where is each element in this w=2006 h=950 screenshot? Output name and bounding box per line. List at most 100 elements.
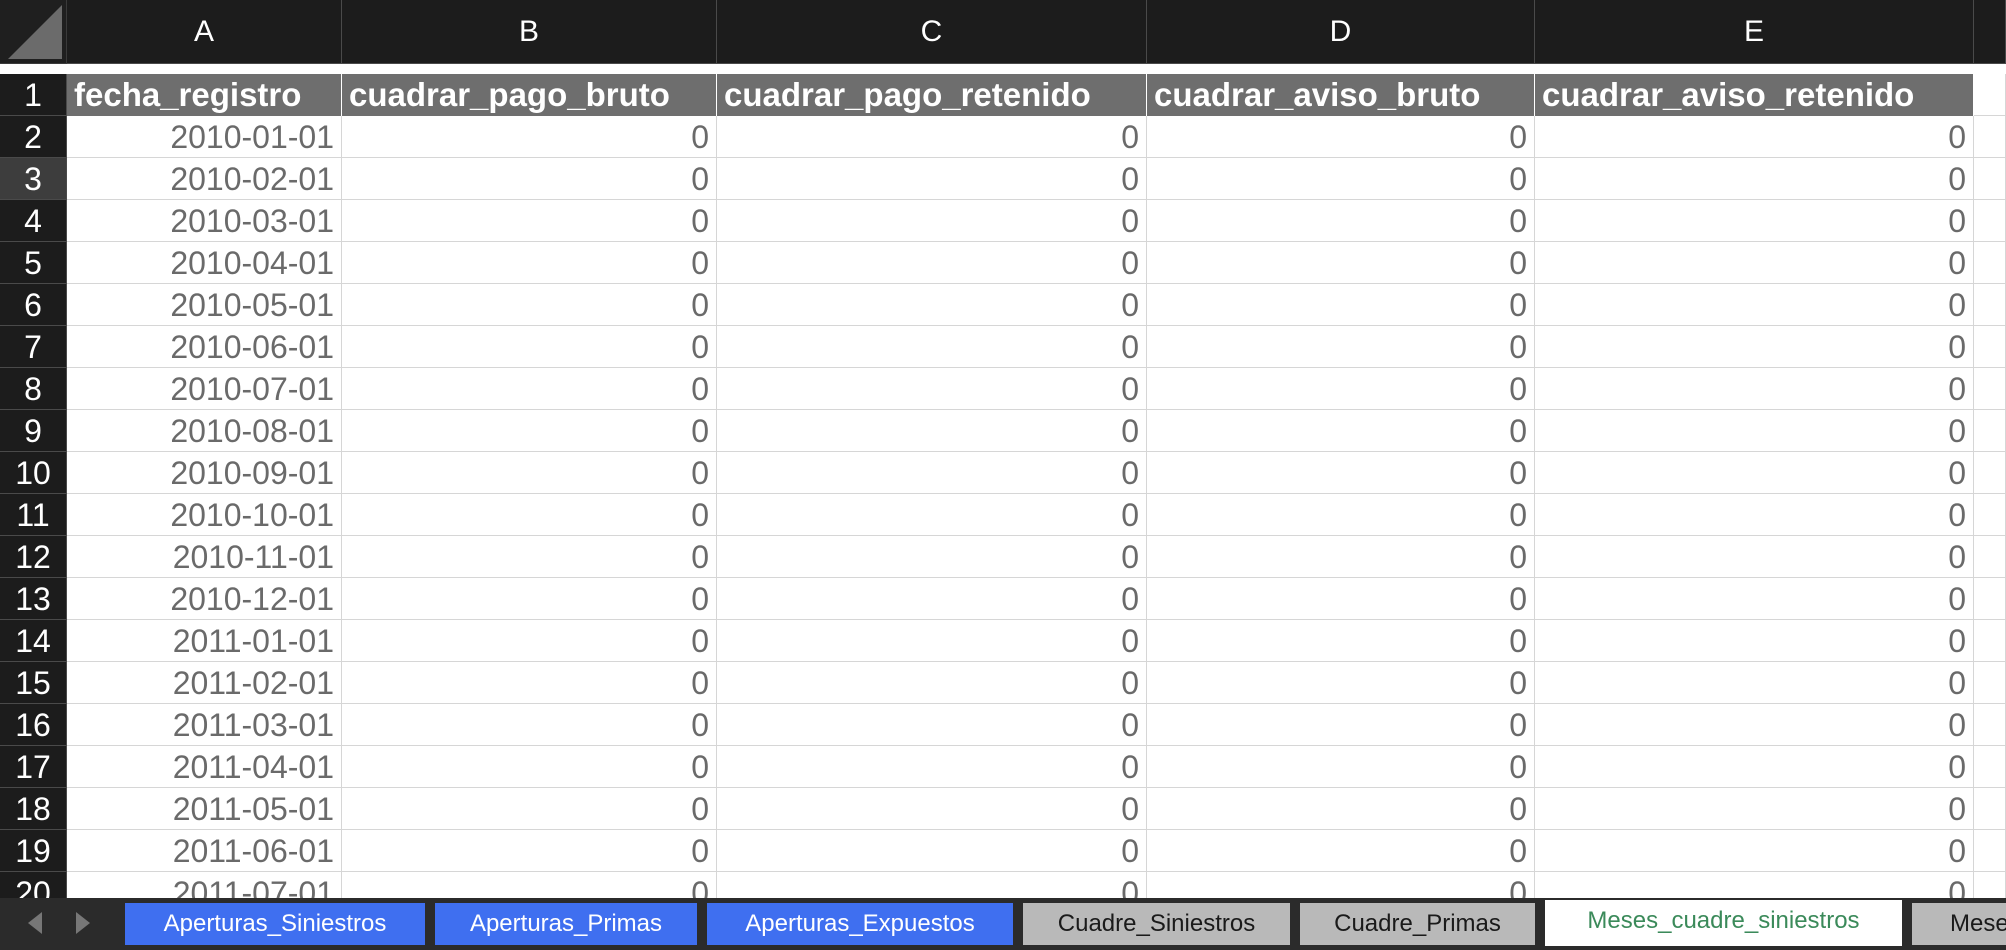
scroll-tabs-left-icon[interactable]: [28, 912, 42, 934]
empty-cell[interactable]: [1974, 788, 2006, 830]
sheet-tab-aperturas-siniestros[interactable]: Aperturas_Siniestros: [125, 903, 425, 945]
sheet-tab-aperturas-primas[interactable]: Aperturas_Primas: [435, 903, 697, 945]
data-cell[interactable]: 0: [717, 158, 1147, 200]
row-header[interactable]: 3: [0, 158, 67, 200]
data-cell[interactable]: 2010-09-01: [67, 452, 342, 494]
row-header[interactable]: 2: [0, 116, 67, 158]
data-cell[interactable]: 2010-05-01: [67, 284, 342, 326]
data-cell[interactable]: 0: [342, 662, 717, 704]
data-cell[interactable]: 0: [1147, 494, 1535, 536]
data-cell[interactable]: 0: [342, 536, 717, 578]
row-header[interactable]: 8: [0, 368, 67, 410]
data-cell[interactable]: 0: [1147, 200, 1535, 242]
data-cell[interactable]: 0: [717, 242, 1147, 284]
data-cell[interactable]: 0: [1147, 326, 1535, 368]
row-header[interactable]: 11: [0, 494, 67, 536]
data-cell[interactable]: 2011-04-01: [67, 746, 342, 788]
data-cell[interactable]: 2010-03-01: [67, 200, 342, 242]
data-cell[interactable]: 0: [717, 746, 1147, 788]
empty-cell[interactable]: [1974, 536, 2006, 578]
data-cell[interactable]: 0: [1147, 242, 1535, 284]
row-header[interactable]: 4: [0, 200, 67, 242]
data-cell[interactable]: 0: [717, 494, 1147, 536]
data-cell[interactable]: 0: [717, 872, 1147, 898]
row-header[interactable]: 13: [0, 578, 67, 620]
empty-cell[interactable]: [1974, 452, 2006, 494]
data-cell[interactable]: 0: [1535, 830, 1974, 872]
row-header[interactable]: 5: [0, 242, 67, 284]
sheet-tab-cuadre-primas[interactable]: Cuadre_Primas: [1300, 903, 1535, 945]
empty-cell[interactable]: [1974, 410, 2006, 452]
empty-cell[interactable]: [1974, 620, 2006, 662]
data-cell[interactable]: 0: [342, 200, 717, 242]
data-cell[interactable]: 0: [717, 536, 1147, 578]
data-cell[interactable]: 2011-06-01: [67, 830, 342, 872]
data-cell[interactable]: 0: [1535, 368, 1974, 410]
data-cell[interactable]: 0: [342, 788, 717, 830]
data-cell[interactable]: 0: [717, 326, 1147, 368]
data-cell[interactable]: 2011-01-01: [67, 620, 342, 662]
empty-cell[interactable]: [1974, 494, 2006, 536]
sheet-tab-mese[interactable]: Mese: [1912, 903, 2006, 945]
data-cell[interactable]: 0: [1147, 452, 1535, 494]
data-cell[interactable]: 2010-07-01: [67, 368, 342, 410]
empty-cell[interactable]: [1974, 200, 2006, 242]
data-cell[interactable]: 0: [342, 452, 717, 494]
data-cell[interactable]: 0: [717, 620, 1147, 662]
column-header-a[interactable]: A: [67, 0, 342, 64]
data-cell[interactable]: 2010-01-01: [67, 116, 342, 158]
data-cell[interactable]: 2010-11-01: [67, 536, 342, 578]
row-header[interactable]: 6: [0, 284, 67, 326]
row-header[interactable]: 15: [0, 662, 67, 704]
row-header[interactable]: 14: [0, 620, 67, 662]
data-cell[interactable]: 0: [717, 410, 1147, 452]
header-cell-d[interactable]: cuadrar_aviso_bruto: [1147, 74, 1535, 116]
empty-cell[interactable]: [1974, 830, 2006, 872]
row-header[interactable]: 1: [0, 74, 67, 116]
sheet-tab-cuadre-siniestros[interactable]: Cuadre_Siniestros: [1023, 903, 1290, 945]
data-cell[interactable]: 0: [1535, 662, 1974, 704]
data-cell[interactable]: 0: [1535, 284, 1974, 326]
row-header[interactable]: 18: [0, 788, 67, 830]
data-cell[interactable]: 0: [1535, 200, 1974, 242]
data-cell[interactable]: 0: [1535, 158, 1974, 200]
data-cell[interactable]: 0: [717, 284, 1147, 326]
data-cell[interactable]: 0: [1535, 242, 1974, 284]
empty-cell[interactable]: [1974, 158, 2006, 200]
data-cell[interactable]: 0: [342, 410, 717, 452]
data-cell[interactable]: 0: [717, 704, 1147, 746]
data-cell[interactable]: 0: [717, 830, 1147, 872]
column-header-d[interactable]: D: [1147, 0, 1535, 64]
data-cell[interactable]: 0: [1147, 830, 1535, 872]
data-cell[interactable]: 0: [1535, 872, 1974, 898]
data-cell[interactable]: 0: [342, 284, 717, 326]
scroll-tabs-right-icon[interactable]: [76, 912, 90, 934]
empty-cell[interactable]: [1974, 326, 2006, 368]
header-cell-b[interactable]: cuadrar_pago_bruto: [342, 74, 717, 116]
empty-cell[interactable]: [1974, 116, 2006, 158]
data-cell[interactable]: 0: [717, 368, 1147, 410]
data-cell[interactable]: 0: [1535, 452, 1974, 494]
row-header[interactable]: 19: [0, 830, 67, 872]
data-cell[interactable]: 0: [717, 788, 1147, 830]
data-cell[interactable]: 0: [1147, 662, 1535, 704]
data-cell[interactable]: 0: [1147, 872, 1535, 898]
row-header[interactable]: 17: [0, 746, 67, 788]
data-cell[interactable]: 2011-03-01: [67, 704, 342, 746]
data-cell[interactable]: 0: [717, 662, 1147, 704]
empty-cell[interactable]: [1974, 746, 2006, 788]
data-cell[interactable]: 0: [1535, 578, 1974, 620]
row-header[interactable]: 10: [0, 452, 67, 494]
data-cell[interactable]: 0: [717, 116, 1147, 158]
data-cell[interactable]: 0: [1535, 116, 1974, 158]
data-cell[interactable]: 0: [1147, 536, 1535, 578]
data-cell[interactable]: 2010-08-01: [67, 410, 342, 452]
empty-cell[interactable]: [1974, 74, 2006, 116]
data-cell[interactable]: 0: [1535, 788, 1974, 830]
data-cell[interactable]: 2010-04-01: [67, 242, 342, 284]
sheet-tab-meses-cuadre-siniestros[interactable]: Meses_cuadre_siniestros: [1545, 900, 1902, 946]
empty-cell[interactable]: [1974, 578, 2006, 620]
row-header[interactable]: 12: [0, 536, 67, 578]
data-cell[interactable]: 0: [1147, 620, 1535, 662]
data-cell[interactable]: 0: [1535, 326, 1974, 368]
